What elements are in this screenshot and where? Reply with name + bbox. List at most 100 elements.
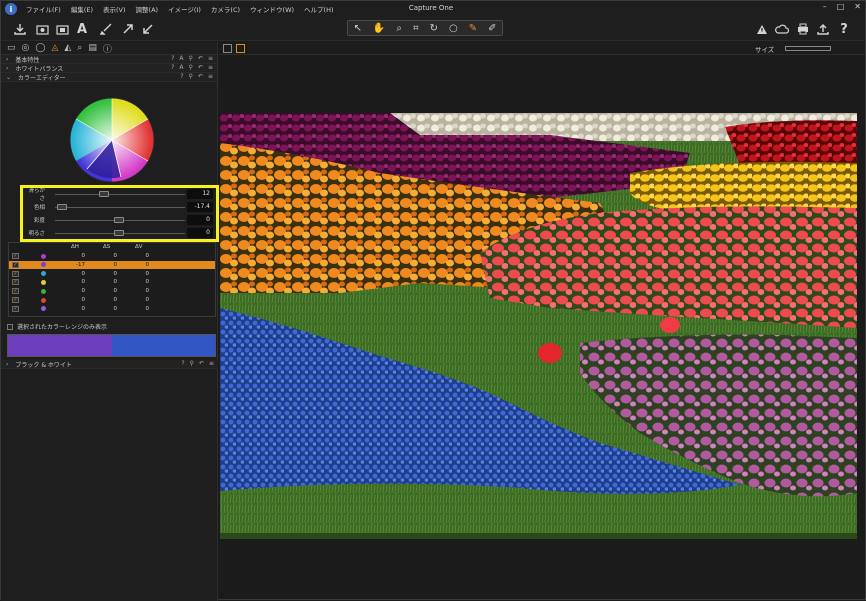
section-black-white[interactable]: › ブラック & ホワイト ? ⚲ ↶ ≡: [1, 360, 218, 369]
viewer-toolbar: サイズ: [219, 42, 865, 55]
row-value-h: 0: [81, 297, 86, 303]
warning-icon[interactable]: [753, 20, 771, 38]
annotate-icon[interactable]: ✐: [488, 23, 496, 34]
crop-icon[interactable]: ⌗: [413, 23, 419, 34]
row-value-s: 0: [113, 261, 118, 268]
table-row[interactable]: ✓ 0 0 0: [9, 278, 215, 286]
maximize-button[interactable]: □: [837, 2, 845, 11]
section-color-editor[interactable]: ⌄ カラーエディター ? ⚲ ↶ ≡: [1, 73, 217, 82]
help-icon[interactable]: ?: [180, 73, 183, 80]
help-icon[interactable]: ?: [171, 55, 174, 62]
menu-camera[interactable]: カメラ(C): [211, 4, 240, 14]
folder-icon[interactable]: ▭: [7, 43, 16, 53]
color-wheel[interactable]: [69, 97, 155, 183]
menu-window[interactable]: ウィンドウ(W): [250, 4, 294, 14]
color-dot: [41, 297, 46, 303]
menu-file[interactable]: ファイル(F): [26, 4, 61, 14]
menu-icon[interactable]: ≡: [209, 360, 214, 367]
rotate-icon[interactable]: ↻: [430, 23, 438, 34]
row-value-s: 0: [113, 270, 118, 277]
lens-icon[interactable]: ◯: [35, 43, 45, 53]
row-value-s: 0: [113, 288, 118, 295]
arrow-up-right-icon[interactable]: [119, 20, 137, 38]
menu-icon[interactable]: ≡: [208, 64, 213, 71]
search-icon[interactable]: ⌕: [77, 43, 82, 53]
row-value-v: 0: [145, 261, 150, 268]
menu-view[interactable]: 表示(V): [103, 4, 126, 14]
pointer-icon[interactable]: ↖: [354, 23, 362, 34]
capture-icon[interactable]: [33, 20, 51, 38]
row-value-v: 0: [145, 253, 150, 259]
reset-icon[interactable]: ↶: [199, 360, 204, 367]
table-row[interactable]: ✓ 0 0 0: [9, 305, 215, 313]
reset-icon[interactable]: ↶: [198, 55, 203, 62]
table-row[interactable]: ✓ 0 0 0: [9, 296, 215, 304]
info-icon[interactable]: ⓘ: [103, 42, 112, 55]
table-row[interactable]: ✓ -17 0 0: [9, 260, 215, 269]
eyedropper-icon[interactable]: ⚲: [190, 360, 194, 367]
reset-icon[interactable]: ↶: [198, 64, 203, 71]
arrow-down-left-icon[interactable]: [139, 20, 157, 38]
row-checkbox[interactable]: ✓: [12, 253, 19, 259]
color-picker-icon[interactable]: ✎: [469, 23, 477, 34]
swatch-adjusted: [111, 335, 215, 356]
minimize-button[interactable]: –: [823, 2, 827, 11]
brush-icon[interactable]: [97, 20, 115, 38]
row-checkbox[interactable]: ✓: [12, 297, 19, 303]
only-selected-label: 選択されたカラーレンジのみ表示: [17, 324, 108, 331]
cloud-icon[interactable]: [773, 20, 791, 38]
reset-icon[interactable]: ↶: [198, 73, 203, 80]
circle-icon[interactable]: ○: [449, 23, 458, 34]
close-button[interactable]: ✕: [854, 2, 861, 11]
row-checkbox[interactable]: ✓: [12, 305, 19, 312]
table-row[interactable]: ✓ 0 0 0: [9, 287, 215, 295]
menu-icon[interactable]: ≡: [208, 55, 213, 62]
help-icon[interactable]: ?: [835, 20, 853, 38]
text-auto-icon[interactable]: A: [73, 20, 91, 38]
row-value-v: 0: [145, 305, 150, 312]
only-selected-checkbox[interactable]: [7, 323, 13, 330]
capture-tab-icon[interactable]: ◎: [22, 43, 30, 53]
main-photo[interactable]: [220, 113, 857, 539]
row-value-h: 0: [81, 288, 86, 295]
only-selected-option[interactable]: 選択されたカラーレンジのみ表示: [7, 322, 107, 331]
table-row[interactable]: ✓ 0 0 0: [9, 252, 215, 260]
menu-icon[interactable]: ≡: [208, 73, 213, 80]
row-checkbox[interactable]: ✓: [12, 261, 19, 268]
auto-icon[interactable]: A: [179, 55, 183, 62]
menu-help[interactable]: ヘルプ(H): [304, 4, 333, 14]
exposure-icon[interactable]: ◭: [64, 43, 71, 53]
color-dot: [41, 262, 46, 268]
row-value-s: 0: [113, 253, 118, 259]
pan-icon[interactable]: ✋: [373, 23, 385, 34]
export-icon[interactable]: [814, 20, 832, 38]
metadata-icon[interactable]: ▤: [88, 43, 97, 53]
print-icon[interactable]: [794, 20, 812, 38]
import-icon[interactable]: [11, 20, 29, 38]
row-value-h: 0: [81, 305, 86, 312]
row-checkbox[interactable]: ✓: [12, 270, 19, 277]
size-slider[interactable]: [785, 46, 831, 51]
header-dv: ΔV: [135, 244, 143, 250]
auto-icon[interactable]: A: [179, 64, 183, 71]
row-checkbox[interactable]: ✓: [12, 288, 19, 295]
eyedropper-icon[interactable]: ⚲: [189, 64, 193, 71]
single-view-icon[interactable]: [236, 44, 245, 53]
row-value-h: 0: [81, 270, 86, 277]
menu-image[interactable]: イメージ(I): [168, 4, 201, 14]
grid-view-icon[interactable]: [223, 44, 232, 53]
help-icon[interactable]: ?: [171, 64, 174, 71]
color-dot: [41, 271, 46, 277]
swatch-original: [8, 335, 112, 356]
table-row[interactable]: ✓ 0 0 0: [9, 270, 215, 278]
chevron-right-icon: ›: [6, 64, 9, 72]
menu-adjust[interactable]: 調整(A): [136, 4, 159, 14]
eyedropper-icon[interactable]: ⚲: [189, 55, 193, 62]
help-icon[interactable]: ?: [181, 360, 184, 367]
eyedropper-icon[interactable]: ⚲: [189, 73, 193, 80]
menu-edit[interactable]: 編集(E): [71, 4, 93, 14]
camera-icon[interactable]: [53, 20, 71, 38]
color-tab-icon[interactable]: ◬: [51, 43, 58, 53]
loupe-icon[interactable]: ⌕: [396, 23, 402, 34]
row-checkbox[interactable]: ✓: [12, 279, 19, 286]
